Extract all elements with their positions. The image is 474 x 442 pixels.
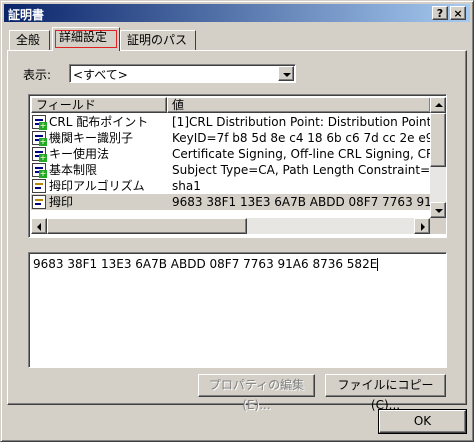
fields-list[interactable]: フィールド 値 + CRL 配布ポイント [1]CRL Distribution… [28, 94, 447, 238]
cert-extension-icon: + [32, 163, 47, 178]
cert-property-icon [32, 179, 46, 193]
list-item-field: 拇印 [49, 195, 74, 209]
show-dropdown-value: <すべて> [73, 68, 128, 82]
vertical-scrollbar[interactable] [430, 97, 446, 218]
column-field[interactable]: フィールド [31, 97, 167, 113]
list-item-value: 9683 38F1 13E3 6A7B ABDD 08F7 7763 91A6 … [172, 195, 430, 209]
list-item-value: KeyID=7f b8 5d 8e c4 18 6b c6 7d cc 2e e… [172, 131, 430, 145]
vertical-scroll-thumb[interactable] [430, 113, 446, 167]
horizontal-scroll-thumb[interactable] [47, 218, 247, 234]
help-button[interactable]: ? [432, 6, 448, 20]
arrow-left-icon [37, 223, 41, 231]
list-item-value: Subject Type=CA, Path Length Constraint=… [172, 163, 430, 177]
tab-details[interactable]: 詳細設定 [52, 27, 120, 51]
scroll-up-button[interactable] [430, 97, 446, 113]
list-item-value: Certificate Signing, Off-line CRL Signin… [172, 147, 430, 161]
list-item-field: 拇印アルゴリズム [49, 179, 145, 193]
close-button[interactable]: × [450, 6, 466, 20]
arrow-right-icon [421, 223, 425, 231]
window-title: 証明書 [8, 8, 45, 22]
arrow-down-icon [435, 209, 443, 213]
list-item-value: [1]CRL Distribution Point: Distribution … [172, 115, 430, 129]
ok-default-frame: OK [378, 409, 467, 434]
detail-text: 9683 38F1 13E3 6A7B ABDD 08F7 7763 91A6 … [33, 257, 378, 271]
list-item-field: 基本制限 [49, 163, 98, 177]
scroll-down-button[interactable] [430, 202, 446, 218]
cert-extension-icon: + [32, 147, 47, 162]
tab-details-label: 詳細設定 [59, 30, 108, 44]
list-item[interactable]: + 機関キー識別子 KeyID=7f b8 5d 8e c4 18 6b c6 … [31, 130, 431, 146]
chevron-down-icon [283, 73, 291, 77]
arrow-up-icon [435, 103, 443, 107]
text-caret [377, 258, 379, 271]
list-item-field: CRL 配布ポイント [49, 115, 149, 129]
show-label: 表示: [23, 68, 52, 82]
show-dropdown[interactable]: <すべて> [69, 64, 296, 83]
list-item-value: sha1 [172, 179, 201, 193]
tab-general[interactable]: 全般 [9, 30, 50, 50]
list-item-selected[interactable]: 拇印 9683 38F1 13E3 6A7B ABDD 08F7 7763 91… [31, 194, 431, 210]
ok-button[interactable]: OK [379, 410, 466, 433]
certificate-dialog: 証明書 ? × 全般 詳細設定 証明のパス 表示: <すべて> フィールド 値 [0, 0, 474, 442]
scroll-corner [430, 218, 446, 234]
edit-properties-label: プロパティの編集(E)... [208, 378, 305, 412]
column-value[interactable]: 値 [167, 97, 431, 113]
ok-label: OK [413, 414, 432, 428]
tab-path-label: 証明のパス [127, 33, 188, 47]
copy-to-file-button[interactable]: ファイルにコピー(C)... [325, 374, 446, 412]
list-item[interactable]: + 基本制限 Subject Type=CA, Path Length Cons… [31, 162, 431, 178]
horizontal-scrollbar[interactable] [31, 218, 430, 234]
cert-extension-icon: + [32, 131, 47, 146]
list-item[interactable]: 拇印アルゴリズム sha1 [31, 178, 431, 194]
detail-textbox[interactable]: 9683 38F1 13E3 6A7B ABDD 08F7 7763 91A6 … [28, 252, 447, 368]
edit-properties-button[interactable]: プロパティの編集(E)... [198, 374, 315, 412]
dropdown-button[interactable] [278, 66, 294, 81]
list-item-field: キー使用法 [49, 147, 110, 161]
column-field-label: フィールド [36, 98, 96, 112]
list-item-field: 機関キー識別子 [49, 131, 134, 145]
cert-property-icon [32, 195, 46, 209]
scroll-right-button[interactable] [414, 218, 430, 234]
list-item[interactable]: + CRL 配布ポイント [1]CRL Distribution Point: … [31, 114, 431, 130]
list-item[interactable]: + キー使用法 Certificate Signing, Off-line CR… [31, 146, 431, 162]
tab-general-label: 全般 [16, 33, 41, 47]
tab-certification-path[interactable]: 証明のパス [120, 30, 196, 50]
copy-to-file-label: ファイルにコピー(C)... [337, 378, 434, 412]
list-header: フィールド 値 [31, 97, 431, 113]
column-value-label: 値 [172, 98, 185, 112]
scroll-left-button[interactable] [31, 218, 47, 234]
cert-extension-icon: + [32, 115, 47, 130]
title-bar[interactable]: 証明書 ? × [4, 4, 470, 22]
